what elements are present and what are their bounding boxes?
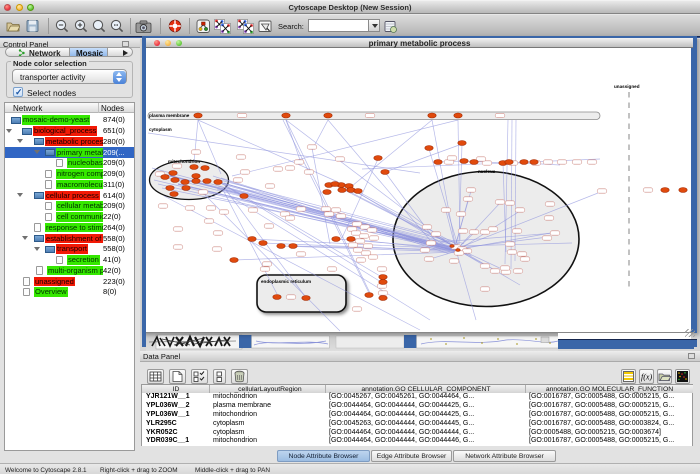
svg-text:nucleus: nucleus	[478, 169, 496, 174]
svg-text:unassigned: unassigned	[614, 84, 640, 89]
svg-text:f(x): f(x)	[641, 373, 652, 382]
svg-text:endoplasmic reticulum: endoplasmic reticulum	[261, 279, 311, 284]
svg-text:cytoplasm: cytoplasm	[149, 127, 172, 132]
svg-text:mitochondrion: mitochondrion	[168, 159, 200, 164]
svg-text:plasma membrane: plasma membrane	[149, 113, 190, 118]
